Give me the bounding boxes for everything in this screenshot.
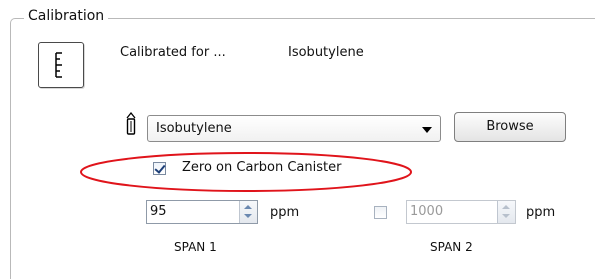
calibration-gauge-icon	[38, 42, 84, 88]
calibration-group-title: Calibration	[24, 8, 109, 24]
span1-value-stepper[interactable]: 95	[146, 200, 258, 224]
calibrated-for-label: Calibrated for ...	[120, 45, 226, 60]
zero-on-carbon-canister-checkbox[interactable]	[153, 162, 166, 175]
span2-value-stepper[interactable]: 1000	[406, 200, 516, 224]
span1-stepper-buttons[interactable]	[239, 201, 257, 223]
span2-enable-checkbox[interactable]	[374, 206, 387, 219]
span2-caption: SPAN 2	[430, 240, 473, 254]
span2-stepper-buttons[interactable]	[497, 201, 515, 223]
gas-select-value: Isobutylene	[156, 121, 232, 136]
browse-button[interactable]: Browse	[454, 112, 566, 142]
spin-up-icon[interactable]	[502, 205, 510, 209]
calibrated-gas-value: Isobutylene	[288, 45, 364, 60]
zero-on-carbon-canister-label: Zero on Carbon Canister	[182, 160, 342, 175]
span2-value: 1000	[410, 204, 444, 219]
span2-unit: ppm	[526, 205, 556, 220]
spin-down-icon[interactable]	[502, 214, 510, 218]
span1-value: 95	[150, 204, 167, 219]
span1-unit: ppm	[270, 205, 300, 220]
chevron-down-icon[interactable]	[422, 127, 432, 133]
gas-flask-icon	[124, 111, 138, 142]
spin-up-icon[interactable]	[244, 205, 252, 209]
span1-caption: SPAN 1	[174, 240, 217, 254]
spin-down-icon[interactable]	[244, 214, 252, 218]
gas-select-dropdown[interactable]: Isobutylene	[147, 115, 441, 142]
